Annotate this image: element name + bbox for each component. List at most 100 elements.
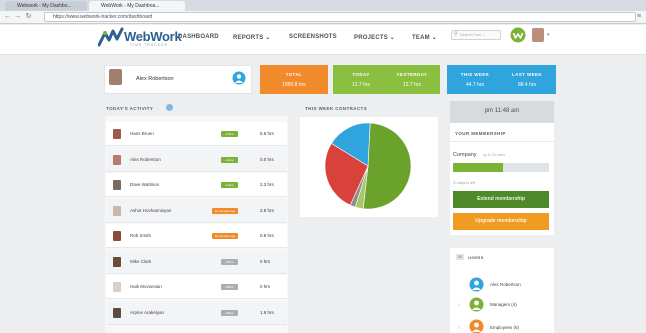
stat-yesterday-label: YESTERDAY	[396, 72, 428, 77]
users-panel	[450, 248, 554, 333]
activity-row[interactable]: Arpine Arakelyan offline 1.9 hrs	[106, 300, 287, 325]
contracts-pie-chart	[324, 122, 412, 210]
row-hours: 1.9 hrs	[260, 309, 274, 315]
row-hours: 0 hrs	[260, 284, 271, 289]
search-icon: ⚲	[454, 31, 458, 37]
row-hours: 5.5 hrs	[260, 131, 274, 136]
chevron-right-icon[interactable]: ›	[458, 302, 460, 308]
stat-yesterday-value: 12.7 hrs	[402, 82, 422, 88]
nav-screenshots[interactable]: SCREENSHOTS	[289, 34, 337, 40]
row-avatar	[113, 282, 121, 292]
status-badge: online	[221, 131, 238, 137]
activity-row[interactable]: Mike Clark offline 0 hrs	[106, 249, 287, 274]
activity-title: TODAY'S ACTIVITY	[106, 106, 154, 111]
stat-week-tile: THIS WEEK 44.7 hrs LAST WEEK 88.4 hrs	[447, 65, 556, 94]
users-item[interactable]: Employees (5)	[490, 325, 519, 330]
row-user-name[interactable]: Ashot Hovhannisyan	[130, 208, 171, 213]
users-item[interactable]: Alex Robertson	[490, 282, 521, 287]
stat-total-value: 1850.8 hrs	[282, 82, 306, 88]
stat-total-label: TOTAL	[285, 72, 303, 77]
status-badge: 10 minutes ago	[212, 233, 238, 239]
nav-team[interactable]: TEAM ⌄	[412, 34, 437, 41]
activity-row[interactable]: Alex Robertson online 0.0 hrs	[106, 147, 287, 172]
stat-last-week-label: LAST WEEK	[511, 72, 543, 77]
webwork-app-icon[interactable]	[510, 27, 526, 43]
stat-today-label: TODAY	[352, 72, 370, 77]
user-icon	[469, 277, 484, 292]
contracts-title: THIS WEEK CONTRACTS	[305, 106, 368, 111]
chevron-down-icon[interactable]: ▾	[547, 32, 550, 38]
row-user-name[interactable]: Hans Bruen	[130, 131, 154, 136]
activity-row[interactable]: Rob Smith 10 minutes ago 0.8 hrs	[106, 224, 287, 248]
row-hours: 0.8 hrs	[260, 233, 274, 238]
status-badge: online	[221, 156, 238, 163]
account-avatar[interactable]	[532, 28, 544, 42]
row-user-name[interactable]: Haik Movsesian	[130, 284, 162, 289]
stat-day-tile: TODAY 12.7 hrs YESTERDAY 12.7 hrs	[333, 65, 440, 94]
browser-menu-icon[interactable]: ≡	[637, 13, 641, 20]
stat-this-week-value: 44.7 hrs	[465, 82, 485, 88]
search-input[interactable]: Search Tool ⌄	[451, 30, 501, 40]
forward-icon[interactable]: →	[13, 12, 22, 22]
user-name[interactable]: Alex Robertson	[136, 76, 174, 82]
pie-slice[interactable]	[362, 122, 412, 210]
stat-this-week-label: THIS WEEK	[460, 72, 490, 77]
nav-reports[interactable]: REPORTS ⌄	[233, 34, 271, 41]
status-badge: offline	[221, 284, 238, 290]
membership-title: YOUR MEMBERSHIP	[455, 131, 506, 136]
membership-days-left: 21 days to left	[453, 181, 475, 185]
users-item[interactable]: Managers (4)	[490, 302, 517, 307]
user-card	[104, 65, 252, 94]
chevron-right-icon[interactable]: ›	[458, 325, 460, 331]
row-hours: 2.8 hrs	[260, 207, 274, 213]
membership-plan: Company	[453, 152, 477, 158]
browser-tab-active[interactable]: WebWork - My Dashboa...	[89, 1, 185, 11]
stat-last-week-value: 88.4 hrs	[517, 82, 537, 88]
activity-row[interactable]: Hans Bruen online 5.5 hrs	[106, 122, 287, 146]
status-badge: offline	[221, 309, 238, 316]
logo-text[interactable]: WebWork	[124, 29, 182, 44]
webwork-user-icon[interactable]	[232, 71, 246, 85]
back-icon[interactable]: ←	[3, 12, 12, 22]
nav-dashboard[interactable]: DASHBOARD	[178, 34, 219, 40]
employees-icon	[469, 319, 484, 333]
membership-divider	[450, 141, 554, 142]
row-user-name[interactable]: Dave Wattison	[130, 182, 159, 187]
activity-row[interactable]: Dave Wattison online 2.3 hrs	[106, 173, 287, 197]
reload-icon[interactable]: ↻	[24, 12, 33, 22]
status-badge: online	[221, 182, 238, 188]
users-title: USERS	[468, 255, 484, 260]
managers-icon	[469, 297, 484, 312]
membership-plan-sub: up to 30 users	[483, 153, 506, 157]
row-hours: 0 hrs	[260, 258, 271, 264]
user-avatar	[109, 69, 122, 85]
extend-membership-button[interactable]: Extend membership	[453, 191, 549, 208]
browser-tab[interactable]: Webwork - My Dashbo...	[5, 1, 87, 11]
status-badge: offline	[221, 258, 238, 265]
users-count: 10	[456, 254, 464, 260]
url-input[interactable]: https://www.webwork-tracker.com/dashboar…	[44, 12, 636, 22]
row-hours: 0.0 hrs	[260, 156, 274, 162]
row-user-name[interactable]: Mike Clark	[130, 259, 151, 264]
row-avatar	[113, 180, 121, 190]
row-user-name[interactable]: Rob Smith	[130, 233, 151, 238]
membership-progress-fill	[453, 163, 503, 172]
row-user-name[interactable]: Alex Robertson	[130, 157, 161, 162]
status-badge: 10 minutes ago	[212, 207, 238, 214]
clock-text: pm 11:48 am	[484, 108, 520, 114]
row-hours: 2.3 hrs	[260, 182, 274, 187]
nav-projects[interactable]: PROJECTS ⌄	[354, 34, 395, 41]
activity-row[interactable]: Ashot Hovhannisyan 10 minutes ago 2.8 hrs	[106, 198, 287, 223]
app-navbar	[0, 25, 646, 55]
activity-row[interactable]: Haik Movsesian offline 0 hrs	[106, 275, 287, 299]
logo-tagline: TIME TRACKER	[130, 43, 168, 47]
row-avatar	[113, 205, 121, 216]
row-avatar	[113, 154, 121, 165]
row-avatar	[113, 307, 121, 318]
row-user-name[interactable]: Arpine Arakelyan	[130, 310, 164, 315]
info-icon[interactable]	[166, 104, 173, 111]
row-avatar	[113, 231, 121, 241]
stat-total-tile: TOTAL 1850.8 hrs	[260, 65, 328, 94]
webwork-logo-icon[interactable]	[98, 27, 124, 47]
upgrade-membership-button[interactable]: Upgrade membership	[453, 213, 549, 230]
